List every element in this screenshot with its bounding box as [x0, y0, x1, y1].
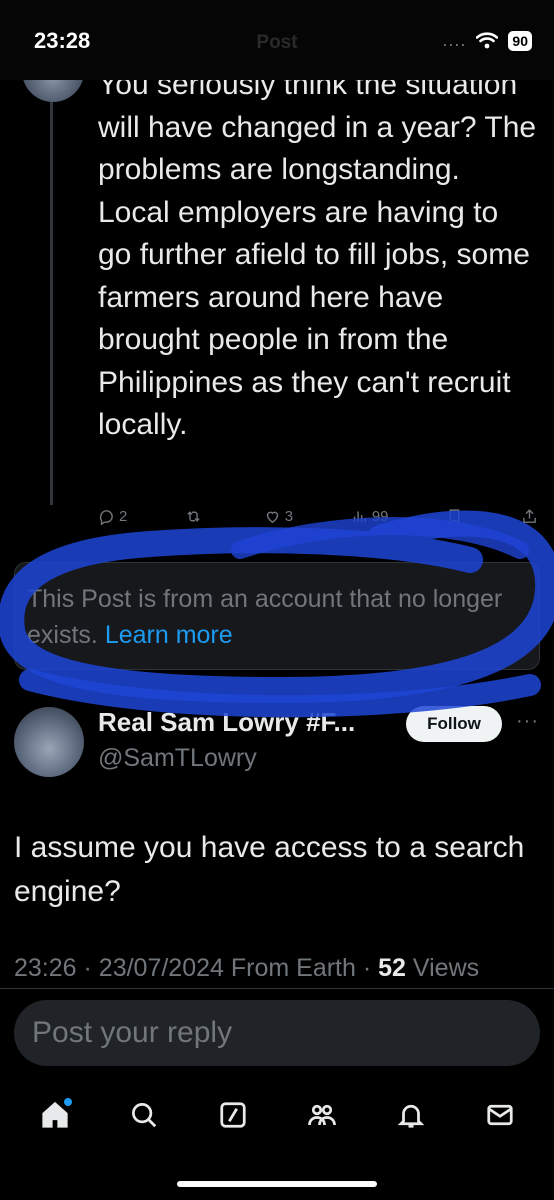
heart-icon [266, 511, 278, 523]
author-handle[interactable]: @SamTLowry [98, 744, 257, 773]
signal-icon: .... [442, 30, 467, 50]
wifi-icon [476, 32, 499, 49]
nav-communities[interactable] [302, 1095, 342, 1135]
post-text: I assume you have access to a search eng… [14, 831, 525, 908]
nav-notifications[interactable] [391, 1095, 431, 1135]
meta-separator: · [362, 954, 372, 982]
author-name[interactable]: Real Sam Lowry #F... [98, 707, 355, 738]
unavailable-post-notice: This Post is from an account that no lon… [14, 562, 540, 670]
notification-dot [63, 1098, 72, 1106]
battery-indicator: 90 [508, 30, 532, 51]
nav-messages[interactable] [480, 1095, 520, 1135]
reply-icon [99, 509, 113, 525]
learn-more-link[interactable]: Learn more [105, 621, 233, 649]
post-date: 23/07/2024 [98, 954, 224, 982]
notice-text: This Post is from an account that no lon… [27, 585, 503, 649]
repost-icon [187, 510, 200, 522]
post-actions: 2 3 99 [98, 503, 538, 529]
more-options-icon[interactable]: ··· [516, 710, 539, 733]
follow-button[interactable]: Follow [406, 706, 502, 742]
like-button[interactable]: 3 [264, 508, 293, 525]
post-source: From Earth [230, 954, 356, 982]
bookmark-button[interactable] [446, 508, 463, 525]
bookmark-icon [449, 508, 460, 524]
post-metadata: 23:26 · 23/07/2024 From Earth · 52 Views [14, 954, 479, 983]
post-text: You seriously think the situation will h… [98, 68, 537, 441]
reply-button[interactable]: 2 [98, 508, 127, 525]
messages-icon [486, 1104, 513, 1126]
post-time: 23:26 [14, 954, 77, 982]
meta-separator: · [83, 954, 92, 982]
repost-button[interactable] [185, 508, 206, 525]
thread-line [50, 100, 53, 505]
status-indicators: .... 90 [442, 30, 532, 51]
search-icon [131, 1103, 156, 1128]
like-count: 3 [284, 507, 294, 525]
notifications-icon [397, 1104, 424, 1128]
avatar[interactable] [14, 707, 84, 777]
views-label: Views [412, 954, 480, 982]
grok-icon [219, 1102, 246, 1128]
views-button[interactable]: 99 [351, 508, 389, 525]
bottom-nav [0, 1080, 554, 1150]
reply-composer [14, 1000, 540, 1066]
home-indicator[interactable] [177, 1181, 377, 1187]
nav-search[interactable] [124, 1095, 164, 1135]
share-button[interactable] [521, 508, 538, 525]
reply-input[interactable] [32, 1000, 540, 1066]
nav-grok[interactable] [213, 1095, 253, 1135]
views-count: 52 [378, 954, 406, 982]
share-icon [523, 508, 536, 523]
status-bar: 23:28 Post .... 90 [0, 0, 554, 80]
divider [0, 988, 554, 989]
nav-home[interactable] [35, 1095, 75, 1135]
views-icon [353, 511, 366, 522]
reply-count: 2 [119, 507, 128, 525]
communities-icon [307, 1104, 336, 1126]
view-count: 99 [371, 507, 389, 525]
